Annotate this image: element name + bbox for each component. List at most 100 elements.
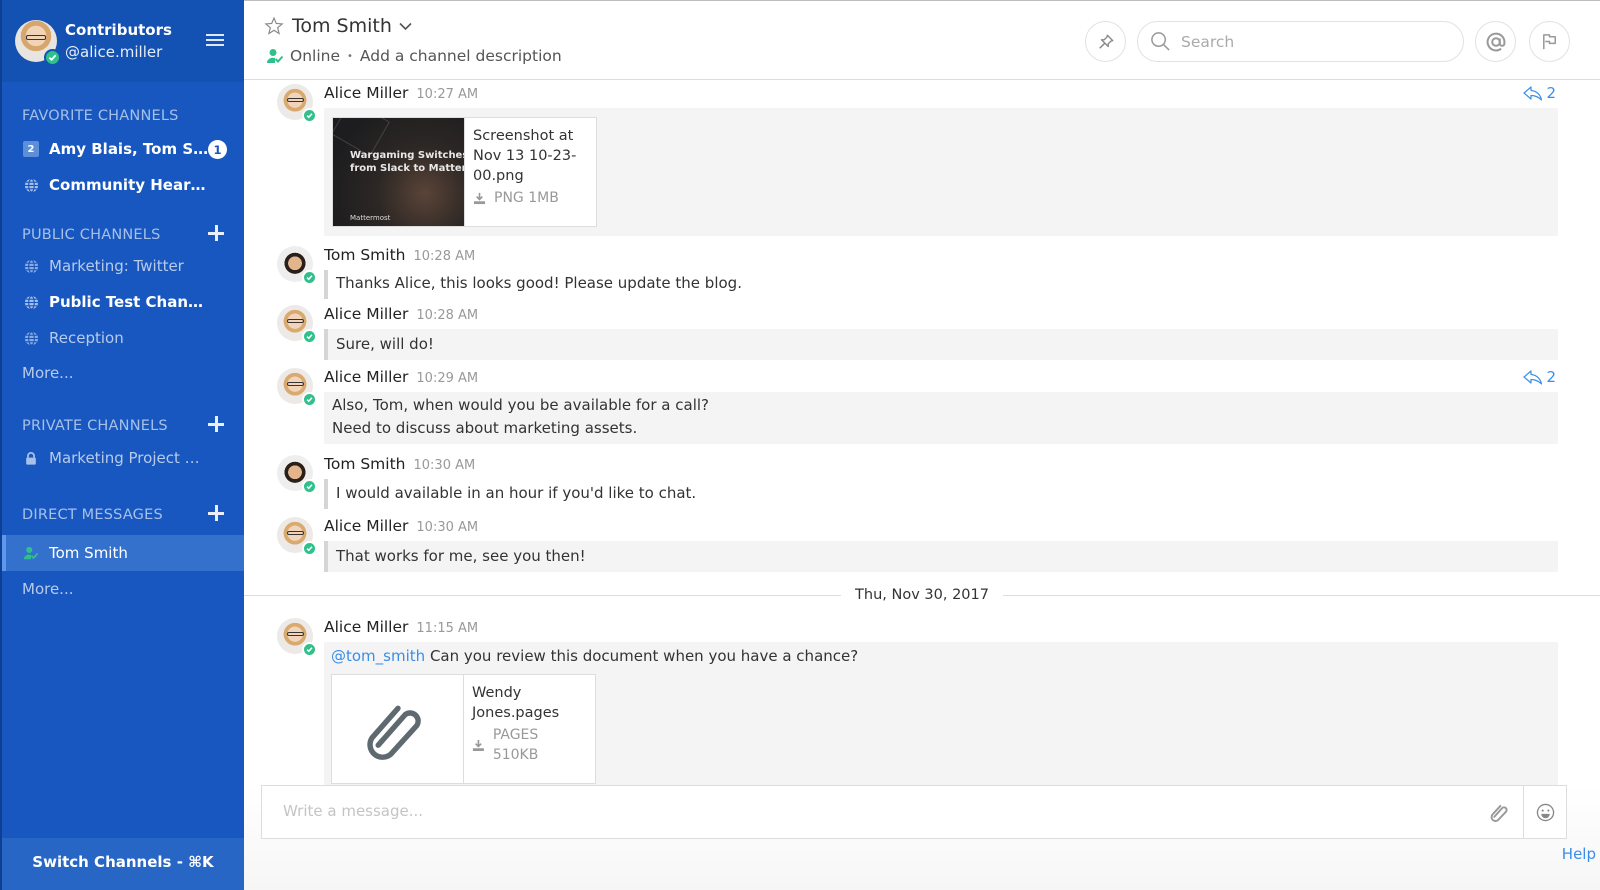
post-body: Thanks Alice, this looks good! Please up… bbox=[324, 270, 1558, 299]
user-mention-link[interactable]: @tom_smith bbox=[331, 647, 425, 665]
sidebar-item-marketing-twitter[interactable]: Marketing: Twitter bbox=[2, 248, 244, 284]
composer-area: Help bbox=[244, 785, 1600, 890]
pinned-posts-button[interactable] bbox=[1085, 21, 1126, 62]
post-author[interactable]: Alice Miller bbox=[324, 618, 408, 636]
pin-icon bbox=[1098, 34, 1113, 49]
switch-channels-button[interactable]: Switch Channels - ⌘K bbox=[2, 838, 244, 890]
channel-header: Tom Smith Online • Add a channel descrip… bbox=[244, 1, 1600, 80]
sidebar-item-marketing-project-disc[interactable]: Marketing Project Disc bbox=[2, 440, 244, 476]
search-box[interactable] bbox=[1137, 21, 1464, 62]
paperclip-icon bbox=[1490, 804, 1508, 822]
user-avatar[interactable] bbox=[15, 20, 61, 66]
date-separator: Thu, Nov 30, 2017 bbox=[244, 579, 1600, 611]
sidebar-item-tom-smith[interactable]: Tom Smith bbox=[2, 535, 244, 571]
flag-icon bbox=[1543, 34, 1556, 50]
post-body: That works for me, see you then! bbox=[324, 541, 1558, 572]
sidebar-item-reception[interactable]: Reception bbox=[2, 320, 244, 356]
favorite-star-icon[interactable] bbox=[264, 16, 284, 36]
public-channels-section: PUBLIC CHANNELS Marketing: Twitter Publi… bbox=[2, 223, 244, 390]
post-author[interactable]: Tom Smith bbox=[324, 246, 406, 264]
file-attachment[interactable]: Wargaming Switches from Slack to Matterm … bbox=[332, 117, 597, 227]
more-public-channels-link[interactable]: More... bbox=[2, 356, 244, 390]
avatar-glasses bbox=[26, 35, 46, 40]
section-title-text: PUBLIC CHANNELS bbox=[22, 227, 161, 243]
add-direct-message-icon[interactable] bbox=[208, 505, 224, 521]
post-time[interactable]: 10:30 AM bbox=[414, 458, 476, 473]
post-time[interactable]: 10:28 AM bbox=[414, 249, 476, 264]
file-thumbnail[interactable]: Wargaming Switches from Slack to Matterm … bbox=[333, 118, 465, 226]
file-name[interactable]: Wendy Jones.pages bbox=[472, 683, 587, 723]
post-time[interactable]: 10:29 AM bbox=[416, 371, 478, 386]
file-thumbnail[interactable] bbox=[332, 675, 464, 783]
avatar[interactable] bbox=[277, 368, 317, 407]
sidebar: Contributors @alice.miller FAVORITE CHAN… bbox=[0, 0, 244, 890]
sidebar-item-label: Community Heartbeat bbox=[49, 176, 211, 194]
post-header: Alice Miller 10:29 AM bbox=[324, 368, 1600, 392]
reply-count-link[interactable]: 2 bbox=[1523, 368, 1556, 386]
message-list[interactable]: Alice Miller 10:27 AM 2 Wargaming Switch… bbox=[244, 81, 1600, 785]
help-link[interactable]: Help bbox=[1562, 845, 1596, 863]
message-composer bbox=[261, 785, 1567, 839]
flagged-posts-button[interactable] bbox=[1529, 21, 1570, 62]
emoji-picker-button[interactable] bbox=[1523, 786, 1566, 838]
file-attachment[interactable]: Wendy Jones.pages PAGES 510KB bbox=[331, 674, 596, 784]
search-icon bbox=[1151, 32, 1170, 51]
post-author[interactable]: Alice Miller bbox=[324, 368, 408, 386]
post-author[interactable]: Tom Smith bbox=[324, 455, 406, 473]
file-download-link[interactable]: PNG 1MB bbox=[473, 188, 576, 208]
post-author[interactable]: Alice Miller bbox=[324, 517, 408, 535]
sidebar-item-community-heartbeat[interactable]: Community Heartbeat bbox=[2, 167, 244, 203]
online-status-icon bbox=[302, 541, 317, 556]
post-author[interactable]: Alice Miller bbox=[324, 84, 408, 102]
post-header: Alice Miller 10:28 AM bbox=[324, 305, 1600, 329]
download-icon bbox=[473, 192, 486, 204]
avatar-glasses bbox=[287, 319, 304, 323]
add-channel-description-link[interactable]: Add a channel description bbox=[360, 47, 562, 65]
post: Tom Smith 10:28 AM Thanks Alice, this lo… bbox=[244, 241, 1600, 305]
file-name[interactable]: Screenshot at Nov 13 10-23- 00.png bbox=[473, 126, 576, 186]
sidebar-item-public-test-channel[interactable]: Public Test Channel bbox=[2, 284, 244, 320]
favorite-channels-section: FAVORITE CHANNELS 2 Amy Blais, Tom Smi..… bbox=[2, 104, 244, 203]
online-status-icon bbox=[44, 49, 61, 66]
online-status-icon bbox=[302, 108, 317, 123]
post-time[interactable]: 10:28 AM bbox=[416, 308, 478, 323]
recent-mentions-button[interactable] bbox=[1475, 21, 1516, 62]
avatar[interactable] bbox=[277, 305, 317, 344]
reply-icon bbox=[1523, 85, 1543, 101]
post-time[interactable]: 10:27 AM bbox=[416, 87, 478, 102]
more-direct-messages-link[interactable]: More... bbox=[2, 572, 244, 606]
main-menu-icon[interactable] bbox=[206, 34, 224, 47]
post-header: Tom Smith 10:28 AM bbox=[324, 246, 1600, 270]
reply-count-link[interactable]: 2 bbox=[1523, 84, 1556, 102]
add-private-channel-icon[interactable] bbox=[208, 416, 224, 432]
avatar-glasses bbox=[287, 98, 304, 102]
avatar[interactable] bbox=[277, 246, 317, 285]
avatar[interactable] bbox=[277, 517, 317, 556]
message-input[interactable] bbox=[262, 786, 1475, 838]
channel-title[interactable]: Tom Smith bbox=[264, 15, 412, 37]
team-info: Contributors @alice.miller bbox=[65, 19, 172, 63]
avatar-glasses bbox=[287, 531, 304, 535]
globe-icon bbox=[23, 258, 39, 274]
post-body: I would available in an hour if you'd li… bbox=[324, 479, 1558, 509]
post-time[interactable]: 10:30 AM bbox=[416, 520, 478, 535]
search-input[interactable] bbox=[1181, 32, 1441, 51]
add-public-channel-icon[interactable] bbox=[208, 225, 224, 241]
attach-file-button[interactable] bbox=[1475, 786, 1523, 838]
post-author[interactable]: Alice Miller bbox=[324, 305, 408, 323]
avatar[interactable] bbox=[277, 84, 317, 123]
post-time[interactable]: 11:15 AM bbox=[416, 621, 478, 636]
online-status-icon bbox=[302, 392, 317, 407]
post-text-content: Can you review this document when you ha… bbox=[429, 647, 859, 665]
sidebar-item-group-dm[interactable]: 2 Amy Blais, Tom Smi... 1 bbox=[2, 131, 244, 167]
post: Alice Miller 10:28 AM Sure, will do! bbox=[244, 305, 1600, 368]
file-download-link[interactable]: PAGES 510KB bbox=[472, 725, 587, 765]
sidebar-item-label: Marketing: Twitter bbox=[49, 257, 184, 275]
separator-dot: • bbox=[347, 50, 353, 62]
globe-icon bbox=[23, 294, 39, 310]
post-body: Also, Tom, when would you be available f… bbox=[324, 392, 1558, 444]
avatar[interactable] bbox=[277, 455, 317, 494]
post-header: Alice Miller 10:27 AM bbox=[324, 84, 1600, 108]
online-status-icon bbox=[302, 329, 317, 344]
avatar[interactable] bbox=[277, 618, 317, 657]
